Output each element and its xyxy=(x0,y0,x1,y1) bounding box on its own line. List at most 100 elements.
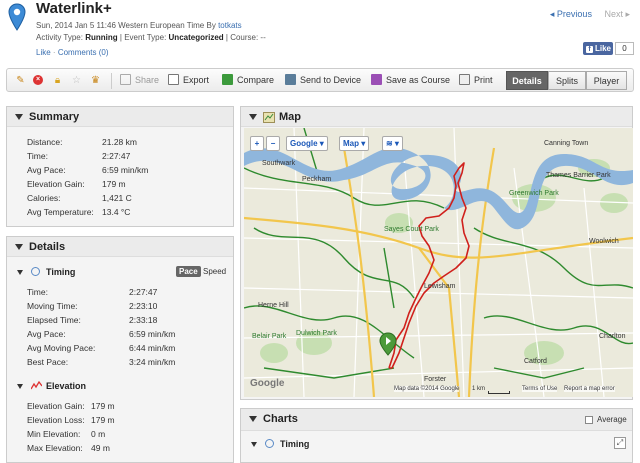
event-type-label: | Event Type: xyxy=(119,33,167,42)
send-to-device-button[interactable]: Send to Device xyxy=(285,74,361,88)
next-link[interactable]: Next ▸ xyxy=(604,9,630,19)
map-label-charlton: Charlton xyxy=(599,333,626,340)
activity-title[interactable]: Waterlink+ xyxy=(36,0,112,17)
save-course-label: Save as Course xyxy=(386,75,451,85)
social-links: Like · Comments (0) xyxy=(36,48,109,57)
export-label: Export xyxy=(183,75,210,85)
summary-label: Distance: xyxy=(27,137,63,147)
timing-label: Avg Moving Pace: xyxy=(27,343,96,353)
badge-icon[interactable]: ♛ xyxy=(90,75,101,86)
comments-link[interactable]: Comments (0) xyxy=(58,48,109,57)
tab-player[interactable]: Player xyxy=(586,71,627,90)
map-label-canning: Canning Town xyxy=(544,140,589,147)
map-layers-select[interactable]: ≋ ▾ xyxy=(382,136,403,151)
expand-icon[interactable]: ⤢ xyxy=(614,437,626,449)
summary-panel: Summary Distance: 21.28 km Time: 2:27:47… xyxy=(6,106,234,227)
facebook-like-label: Like xyxy=(595,44,612,53)
star-icon[interactable]: ☆ xyxy=(71,75,82,86)
speed-toggle[interactable]: Speed xyxy=(200,266,229,277)
export-button[interactable]: Export xyxy=(168,74,209,88)
share-label: Share xyxy=(135,75,160,85)
tab-details[interactable]: Details xyxy=(506,71,548,90)
timing-value: 6:59 min/km xyxy=(129,329,176,339)
summary-label: Elevation Gain: xyxy=(27,179,85,189)
map-label-woolwich: Woolwich xyxy=(589,238,619,245)
map-label-hernehill: Herne Hill xyxy=(258,302,289,309)
elevation-label: Elevation Loss: xyxy=(27,415,85,425)
elevation-label: Min Elevation: xyxy=(27,429,81,439)
timing-chart-title: Timing xyxy=(280,439,310,449)
map-canvas xyxy=(244,128,633,397)
timing-label: Moving Time: xyxy=(27,301,78,311)
report-error-link[interactable]: Report a map error xyxy=(564,386,615,392)
summary-value: 1,421 C xyxy=(102,193,132,203)
summary-label: Time: xyxy=(27,151,48,161)
previous-link[interactable]: ◂ Previous xyxy=(550,9,592,19)
lock-icon[interactable]: 🔒︎ xyxy=(52,75,63,86)
share-button[interactable]: Share xyxy=(120,74,159,88)
activity-type-label: Activity Type: xyxy=(36,33,83,42)
timing-value: 2:23:10 xyxy=(129,301,158,311)
park-area xyxy=(260,343,288,363)
facebook-like-button[interactable]: f Like xyxy=(583,42,613,55)
like-link[interactable]: Like xyxy=(36,48,51,57)
map-label-sayes: Sayes Court Park xyxy=(384,226,439,233)
map-header[interactable]: Map xyxy=(241,107,632,127)
summary-value: 21.28 km xyxy=(102,137,137,147)
map-label-thames: Thames Barrier Park xyxy=(546,172,611,179)
pace-toggle[interactable]: Pace xyxy=(176,266,201,277)
date-text: Sun, 2014 Jan 5 11:46 Western European T… xyxy=(36,21,216,30)
zoom-out-button[interactable]: − xyxy=(266,136,280,151)
map-type-select[interactable]: Map ▾ xyxy=(339,136,370,151)
map-label-greenwich: Greenwich Park xyxy=(509,190,559,197)
map-label-lewisham: Lewisham xyxy=(424,283,456,290)
start-marker-icon[interactable] xyxy=(379,332,397,356)
elevation-value: 179 m xyxy=(91,415,115,425)
location-pin-icon xyxy=(8,3,26,31)
elevation-value: 179 m xyxy=(91,401,115,411)
map-provider-select[interactable]: Google ▾ xyxy=(286,136,328,151)
elevation-value: 49 m xyxy=(91,443,110,453)
summary-label: Calories: xyxy=(27,193,61,203)
user-link[interactable]: totkats xyxy=(218,21,242,30)
save-as-course-button[interactable]: Save as Course xyxy=(371,74,450,88)
edit-pencil-icon[interactable]: ✎ xyxy=(15,75,26,86)
collapse-triangle-icon xyxy=(249,416,257,422)
activity-meta: Activity Type: Running | Event Type: Unc… xyxy=(36,33,266,42)
elevation-value: 0 m xyxy=(91,429,106,439)
timing-collapse-icon[interactable] xyxy=(17,270,23,275)
elevation-collapse-icon[interactable] xyxy=(17,384,23,389)
average-checkbox[interactable] xyxy=(585,416,593,424)
export-icon xyxy=(168,74,179,85)
map-title: Map xyxy=(279,111,301,123)
clock-icon xyxy=(265,439,274,448)
compare-label: Compare xyxy=(237,75,275,85)
event-type-value[interactable]: Uncategorized xyxy=(169,33,224,42)
timing-value: 2:33:18 xyxy=(129,315,158,325)
details-panel: Details Timing Pace Speed Time: 2:27:47 … xyxy=(6,236,234,463)
timing-chart-collapse-icon[interactable] xyxy=(251,442,257,447)
route-map[interactable]: Southwark Peckham Canning Town Thames Ba… xyxy=(244,128,633,397)
compare-button[interactable]: Compare xyxy=(222,74,274,88)
terms-link[interactable]: Terms of Use xyxy=(522,386,558,392)
summary-header[interactable]: Summary xyxy=(7,107,233,127)
map-label-peckham: Peckham xyxy=(302,176,332,183)
zoom-in-button[interactable]: + xyxy=(250,136,264,151)
timing-value: 3:24 min/km xyxy=(129,357,176,367)
delete-icon[interactable]: × xyxy=(33,75,44,86)
print-label: Print xyxy=(474,75,493,85)
map-label-dulwich: Dulwich Park xyxy=(296,330,337,337)
details-title: Details xyxy=(29,241,66,253)
collapse-triangle-icon xyxy=(249,114,257,120)
summary-label: Avg Pace: xyxy=(27,165,66,175)
elevation-icon xyxy=(31,381,42,390)
charts-panel: Charts Average Timing ⤢ xyxy=(240,408,633,463)
summary-value: 2:27:47 xyxy=(102,151,131,161)
tab-splits[interactable]: Splits xyxy=(548,71,586,90)
activity-type-value[interactable]: Running xyxy=(85,33,117,42)
details-header[interactable]: Details xyxy=(7,237,233,257)
print-button[interactable]: Print xyxy=(459,74,493,88)
facebook-icon: f xyxy=(586,46,593,53)
map-scale-bar xyxy=(488,391,510,394)
charts-header[interactable]: Charts Average xyxy=(241,409,632,431)
